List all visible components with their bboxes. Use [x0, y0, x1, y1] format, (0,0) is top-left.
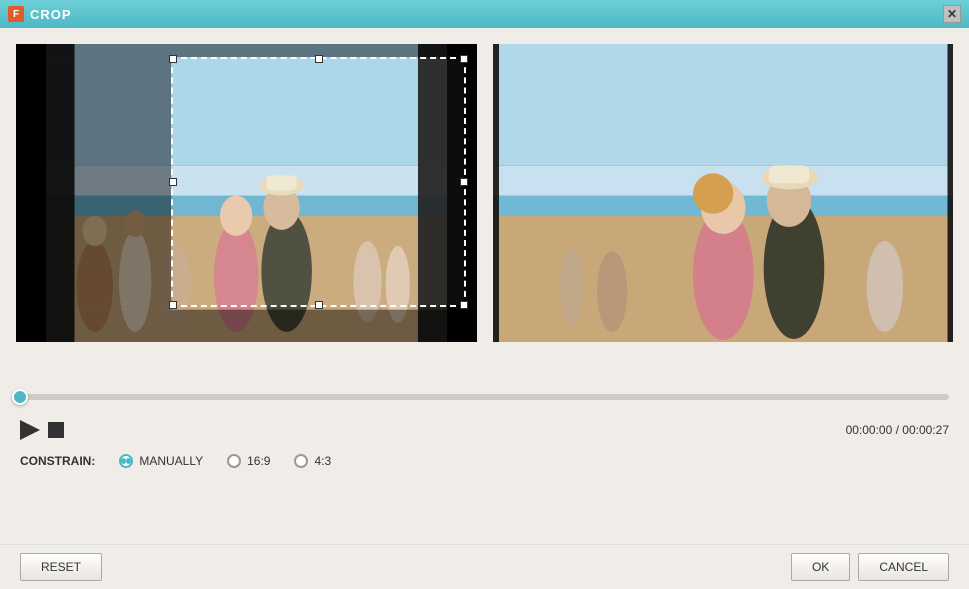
- crop-handle-tr[interactable]: [460, 55, 468, 63]
- radio-option-4-3[interactable]: 4:3: [294, 454, 331, 468]
- bottom-bar: RESET OK CANCEL: [0, 544, 969, 589]
- right-buttons: OK CANCEL: [791, 553, 949, 581]
- transport-left: [20, 420, 64, 440]
- crop-handle-mr[interactable]: [460, 178, 468, 186]
- reset-button[interactable]: RESET: [20, 553, 102, 581]
- stop-button[interactable]: [48, 422, 64, 438]
- radio-4-3-label: 4:3: [314, 454, 331, 468]
- crop-handle-tl[interactable]: [169, 55, 177, 63]
- beach-scene-right: [493, 44, 954, 342]
- crop-handle-tc[interactable]: [315, 55, 323, 63]
- radio-manually-dot: [121, 458, 126, 464]
- app-icon: F: [8, 6, 24, 22]
- radio-manually-label: MANUALLY: [139, 454, 203, 468]
- ok-button[interactable]: OK: [791, 553, 850, 581]
- timeline-area: [0, 378, 969, 416]
- source-preview: [16, 44, 477, 342]
- cancel-button[interactable]: CANCEL: [858, 553, 949, 581]
- constrain-label: CONSTRAIN:: [20, 454, 95, 468]
- black-bar-left: [16, 44, 46, 342]
- radio-4-3[interactable]: [294, 454, 308, 468]
- radio-option-manually[interactable]: MANUALLY: [119, 454, 203, 468]
- play-button[interactable]: [20, 420, 40, 440]
- spacer: [0, 358, 969, 378]
- constrain-row: CONSTRAIN: MANUALLY 16:9 4:3: [0, 444, 969, 478]
- output-preview: [493, 44, 954, 342]
- crop-handle-bc[interactable]: [315, 301, 323, 309]
- title-bar: F CROP ✕: [0, 0, 969, 28]
- preview-container: [0, 28, 969, 358]
- close-button[interactable]: ✕: [943, 5, 961, 23]
- crop-handle-br[interactable]: [460, 301, 468, 309]
- transport-controls: 00:00:00 / 00:00:27: [0, 416, 969, 444]
- scrubber-track[interactable]: [20, 394, 949, 400]
- radio-manually[interactable]: [119, 454, 133, 468]
- radio-16-9[interactable]: [227, 454, 241, 468]
- scrubber-thumb[interactable]: [12, 389, 28, 405]
- time-display: 00:00:00 / 00:00:27: [846, 423, 949, 437]
- crop-handle-ml[interactable]: [169, 178, 177, 186]
- crop-selection-box[interactable]: [171, 57, 466, 307]
- radio-16-9-label: 16:9: [247, 454, 270, 468]
- crop-handle-bl[interactable]: [169, 301, 177, 309]
- window-title: CROP: [30, 7, 72, 22]
- radio-option-16-9[interactable]: 16:9: [227, 454, 270, 468]
- main-content: 00:00:00 / 00:00:27 CONSTRAIN: MANUALLY …: [0, 28, 969, 589]
- title-bar-left: F CROP: [8, 6, 72, 22]
